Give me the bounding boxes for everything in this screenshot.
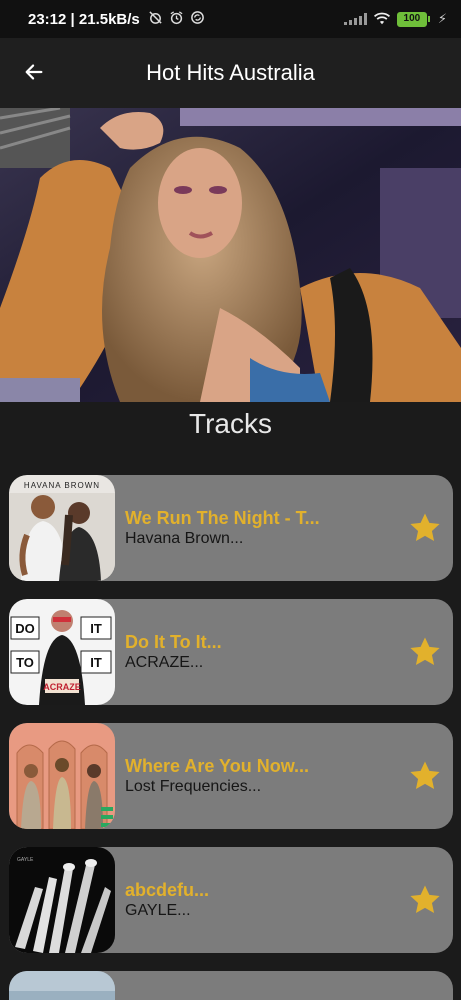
arrow-left-icon: [25, 64, 43, 80]
favorite-button[interactable]: [403, 754, 447, 798]
star-icon: [410, 513, 440, 542]
battery-level: 100: [396, 11, 427, 27]
alarm-off-icon: [148, 10, 163, 28]
track-artwork: GAYLE: [9, 847, 115, 953]
favorite-button[interactable]: [403, 506, 447, 550]
alarm-icon: [169, 10, 184, 28]
favorite-button[interactable]: [403, 630, 447, 674]
favorite-button[interactable]: [403, 878, 447, 922]
charging-icon: ⚡: [437, 11, 447, 26]
track-artist: Lost Frequencies...: [125, 778, 262, 795]
track-item[interactable]: DO IT TO IT ACRAZE Do It To It... ACRAZE…: [9, 599, 453, 705]
svg-text:DO: DO: [15, 621, 35, 636]
track-item[interactable]: Where Are You Now... Lost Frequencies...: [9, 723, 453, 829]
page-title: Hot Hits Australia: [146, 60, 315, 85]
playlist-cover-image: [0, 108, 461, 402]
status-bar: 23:12 | 21.5kB/s 100 ⚡: [0, 0, 461, 38]
track-item[interactable]: HAVANA BROWN We Run The Night - T... Hav…: [9, 475, 453, 581]
signal-icon: [343, 13, 367, 25]
app-bar: Hot Hits Australia: [0, 38, 461, 108]
svg-text:ACRAZE: ACRAZE: [43, 682, 81, 692]
tracks-heading: Tracks: [189, 408, 272, 439]
wifi-icon: [373, 12, 390, 25]
track-artist: Havana Brown...: [125, 530, 244, 547]
track-item[interactable]: [9, 971, 453, 1000]
svg-text:IT: IT: [90, 621, 102, 636]
status-time-speed: 23:12 | 21.5kB/s: [28, 10, 140, 28]
status-left: 23:12 | 21.5kB/s: [28, 10, 205, 28]
sync-icon: [190, 10, 205, 28]
svg-text:GAYLE: GAYLE: [17, 857, 34, 863]
status-right: 100 ⚡: [343, 11, 447, 27]
track-artwork: HAVANA BROWN: [9, 475, 115, 581]
track-title: abcdefu...: [125, 880, 210, 900]
art-label: HAVANA BROWN: [24, 481, 100, 490]
track-artist: ACRAZE...: [125, 654, 204, 671]
back-button[interactable]: [18, 56, 50, 88]
track-item[interactable]: GAYLE abcdefu... GAYLE...: [9, 847, 453, 953]
track-artwork: [9, 971, 115, 1000]
track-title: Do It To It...: [125, 632, 222, 652]
track-artwork: DO IT TO IT ACRAZE: [9, 599, 115, 705]
star-icon: [410, 885, 440, 914]
svg-text:TO: TO: [16, 655, 34, 670]
svg-text:IT: IT: [90, 655, 102, 670]
star-icon: [410, 761, 440, 790]
star-icon: [410, 637, 440, 666]
battery-icon: 100: [396, 11, 430, 27]
track-title: Where Are You Now...: [125, 756, 310, 776]
track-artwork: [9, 723, 115, 829]
track-artist: GAYLE...: [125, 902, 191, 919]
track-title: We Run The Night - T...: [125, 508, 320, 528]
